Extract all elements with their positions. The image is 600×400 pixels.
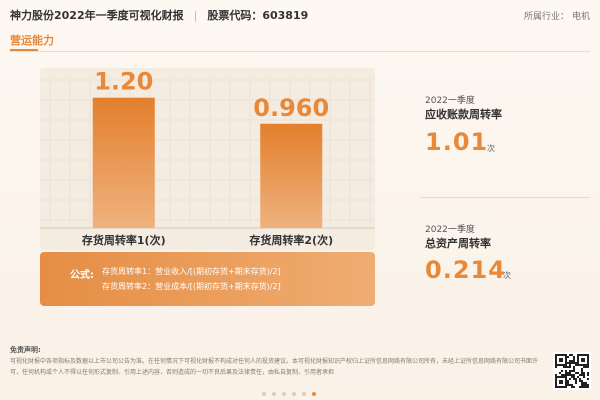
- bar-1: [92, 97, 155, 228]
- chart-canvas: 1.20 存货周转率1(次) 0.960 存货周转率2(次): [40, 68, 375, 247]
- page-indicator: [262, 392, 316, 396]
- metric-divider: [420, 197, 590, 198]
- disclaimer-title: 免责声明:: [10, 346, 41, 354]
- metric-name-total-assets: 总资产周转率: [425, 237, 491, 250]
- header-separator: |: [193, 8, 198, 22]
- qr-code-icon: [553, 352, 591, 390]
- page-dot[interactable]: [262, 392, 266, 396]
- page-dot[interactable]: [312, 392, 316, 396]
- metric-period-receivables: 2022一季度: [425, 96, 475, 106]
- formula-line-1: 存货周转率1：营业收入/[(期初存货+期末存货)/2]: [102, 267, 281, 276]
- page-dot[interactable]: [302, 392, 306, 396]
- category-label-1: 存货周转率1(次): [82, 233, 166, 247]
- metric-value-total-assets: 0.214: [425, 256, 506, 284]
- metric-unit-total-assets: 次: [503, 271, 511, 280]
- metric-name-receivables: 应收账款周转率: [425, 108, 502, 121]
- section-title: 营运能力: [10, 34, 54, 47]
- metric-period-total-assets: 2022一季度: [425, 225, 475, 235]
- header-bar: 神力股份2022年一季度可视化财报 | 股票代码：603819 所属行业： 电机: [0, 0, 600, 30]
- metric-value-receivables: 1.01: [425, 128, 489, 156]
- metric-unit-receivables: 次: [487, 144, 495, 153]
- category-label-2: 存货周转率2(次): [249, 233, 333, 247]
- industry-label: 所属行业：: [523, 11, 569, 22]
- formula-line-2: 存货周转率2：营业成本/[(期初存货+期末存货)/2]: [102, 282, 281, 291]
- inventory-turnover-chart: 1.20 存货周转率1(次) 0.960 存货周转率2(次): [40, 68, 375, 250]
- section-divider: [10, 51, 590, 52]
- bar-value-label-1: 1.20: [94, 68, 153, 96]
- page-dot[interactable]: [282, 392, 286, 396]
- section-title-underline: [10, 49, 38, 51]
- bar-2: [260, 123, 323, 228]
- page-dot[interactable]: [272, 392, 276, 396]
- industry-info: 所属行业： 电机: [524, 9, 590, 22]
- report-title: 神力股份2022年一季度可视化财报: [10, 9, 184, 22]
- formula-box: 公式: 存货周转率1：营业收入/[(期初存货+期末存货)/2] 存货周转率2：营…: [40, 252, 375, 306]
- industry-value: 电机: [571, 11, 590, 22]
- page-dot[interactable]: [292, 392, 296, 396]
- formula-label: 公式:: [70, 270, 94, 281]
- formula-lines: 存货周转率1：营业收入/[(期初存货+期末存货)/2] 存货周转率2：营业成本/…: [102, 264, 281, 294]
- disclaimer-text: 可视化财报中各项指标及数据以上市公司公告为准。在任何情况下可视化财报不构成对任何…: [10, 358, 539, 376]
- stock-code: 股票代码：603819: [207, 9, 309, 22]
- bar-value-label-2: 0.960: [253, 94, 329, 122]
